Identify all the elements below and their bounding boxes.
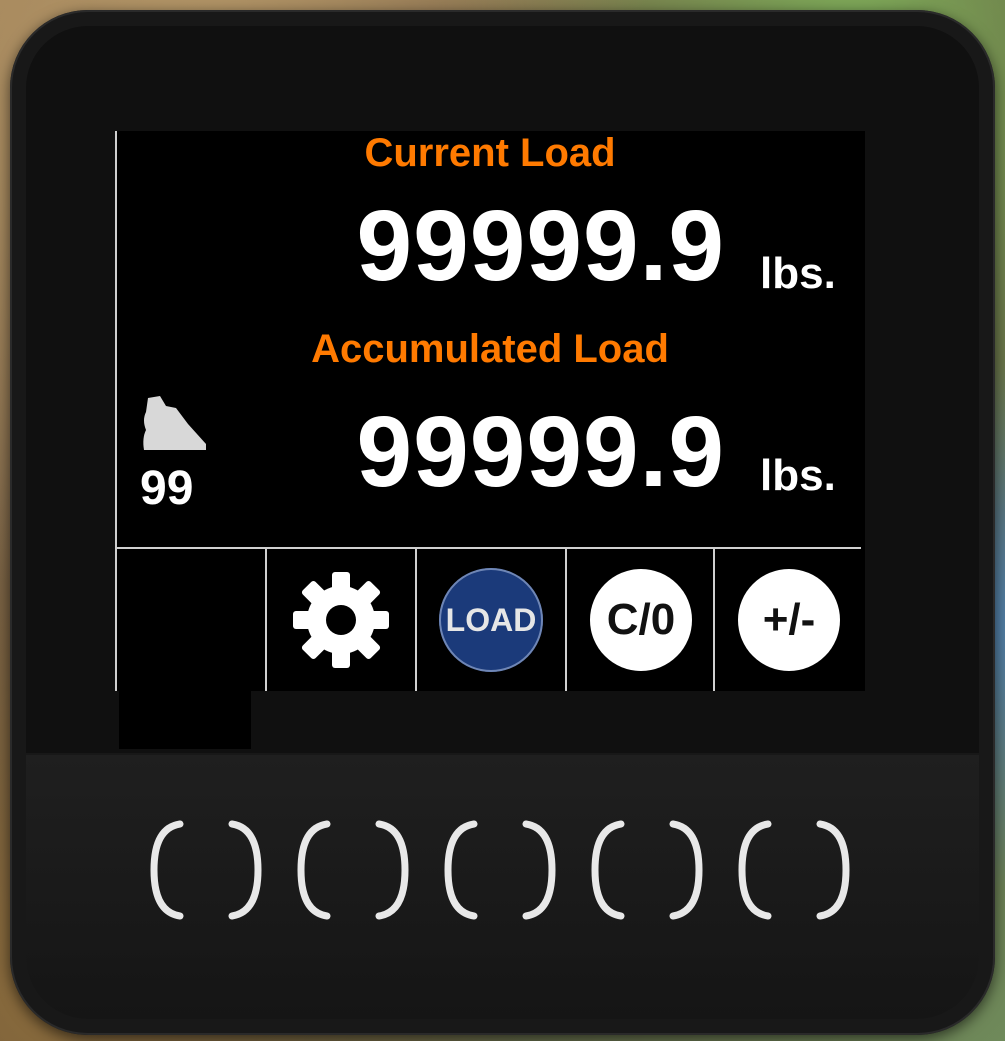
screen-overhang-block [119, 691, 251, 749]
load-button[interactable]: LOAD [439, 568, 543, 672]
bucket-icon [143, 396, 206, 450]
gear-icon [293, 572, 389, 668]
softkey-load[interactable]: LOAD [417, 549, 565, 691]
softkey-settings[interactable] [267, 549, 415, 691]
hardware-button-5[interactable] [738, 820, 850, 920]
softkey-clear[interactable]: C/0 [567, 549, 715, 691]
current-load-unit: lbs. [760, 249, 836, 298]
hardware-button-3[interactable] [444, 820, 556, 920]
bucket-count: 99 [140, 462, 194, 515]
lcd-screen: Current Load 99999.9 lbs. Accumulated Lo… [115, 131, 865, 691]
softkey-sign[interactable]: +/- [715, 549, 863, 691]
accumulated-load-unit: lbs. [760, 451, 836, 500]
hardware-button-1[interactable] [150, 820, 262, 920]
softkey-blank[interactable] [117, 549, 265, 691]
plus-minus-button[interactable]: +/- [738, 569, 840, 671]
hardware-button-2[interactable] [297, 820, 409, 920]
current-load-value: 99999.9 [356, 190, 725, 302]
accumulated-load-value: 99999.9 [356, 396, 725, 508]
current-load-label: Current Load [364, 131, 616, 175]
clear-zero-button[interactable]: C/0 [590, 569, 692, 671]
accumulated-load-label: Accumulated Load [311, 327, 669, 371]
hardware-button-4[interactable] [591, 820, 703, 920]
